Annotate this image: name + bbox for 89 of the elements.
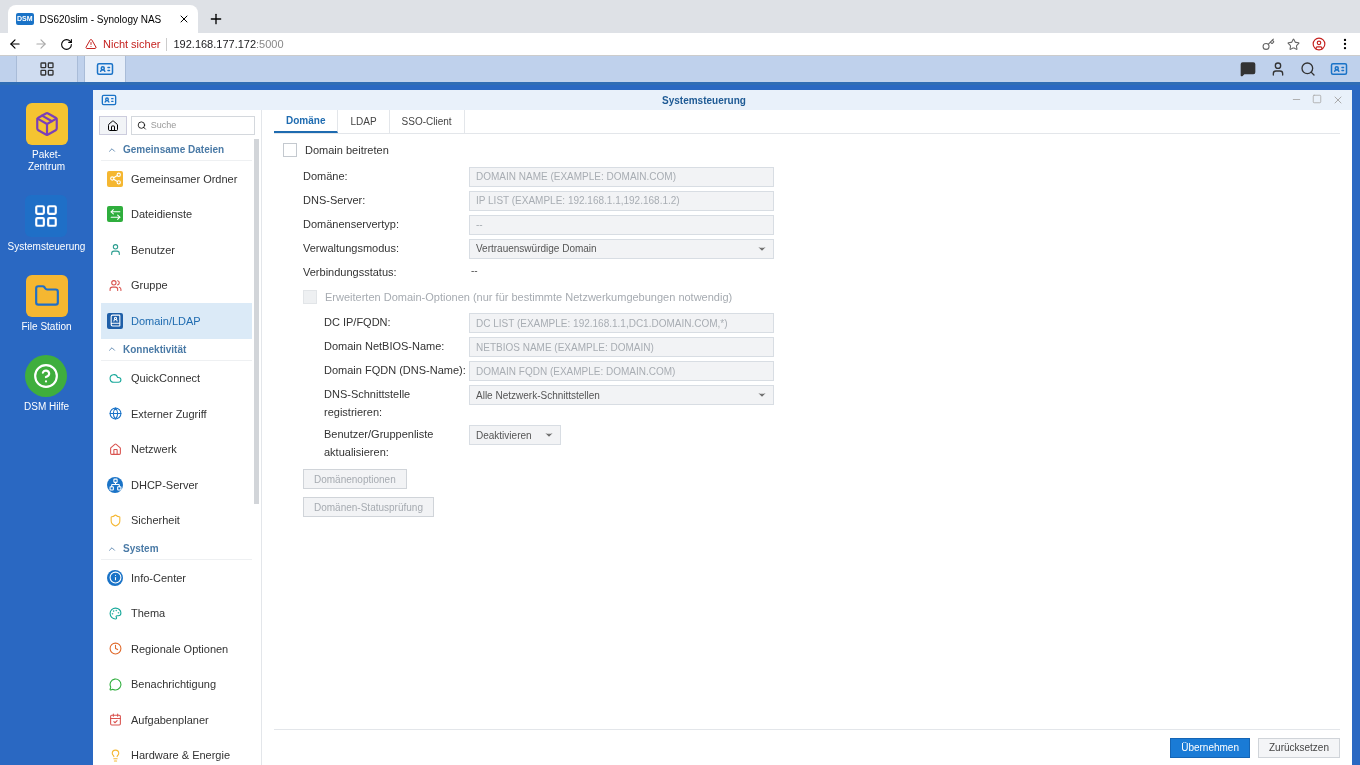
help-icon[interactable] <box>25 355 68 397</box>
reload-icon[interactable] <box>60 37 73 51</box>
caret-icon <box>757 390 767 400</box>
contact-book-icon <box>107 312 123 329</box>
sidebar-item[interactable]: Netzwerk <box>101 431 252 467</box>
app-label: Paket- Zentrum <box>27 149 66 173</box>
field-label: DNS-Schnittstelle registrieren: <box>324 387 412 420</box>
tab[interactable]: Domäne <box>274 110 339 133</box>
tab[interactable]: SSO-Client <box>389 110 465 133</box>
star-icon[interactable] <box>1287 37 1300 51</box>
caret-icon <box>544 430 554 440</box>
sidebar-item[interactable]: Dateidienste <box>101 196 252 232</box>
chevron-up-icon <box>107 344 117 354</box>
chat-icon <box>107 676 123 693</box>
sidebar-item[interactable]: Gruppe <box>101 267 252 303</box>
section-header[interactable]: Gemeinsame Dateien <box>101 139 252 161</box>
search-icon <box>137 120 147 131</box>
sidebar-item[interactable]: Regionale Optionen <box>101 631 252 667</box>
tab[interactable]: LDAP <box>338 110 390 133</box>
sidebar-item[interactable]: Benachrichtigung <box>101 666 252 702</box>
file-transfer-icon <box>107 206 123 223</box>
sidebar-item[interactable]: Sicherheit <box>101 502 252 538</box>
globe-icon <box>107 405 123 422</box>
url-field[interactable]: 192.168.177.172:5000 <box>173 35 284 53</box>
checkbox[interactable] <box>283 143 297 158</box>
sidebar-item[interactable]: Domain/LDAP <box>101 303 252 339</box>
section-header[interactable]: System <box>101 538 252 560</box>
sidebar-item[interactable]: Benutzer <box>101 232 252 268</box>
field-label: Verwaltungsmodus: <box>303 240 400 256</box>
dropdown[interactable]: Vertrauenswürdige Domain <box>469 238 774 259</box>
sidebar-item[interactable]: Info-Center <box>101 560 252 596</box>
checkbox-label: Erweiterten Domain-Optionen (nur für bestimmte Netzwerkumgebungen notwendig) <box>325 289 733 305</box>
section-header[interactable]: Konnektivität <box>101 338 252 361</box>
field-label: Domänenservertyp: <box>303 216 400 232</box>
home-icon <box>107 119 119 132</box>
app-label: DSM Hilfe <box>24 401 69 413</box>
field-label: Domain NetBIOS-Name: <box>324 339 446 354</box>
field-label: Verbindungsstatus: <box>303 264 398 280</box>
sidebar-item[interactable]: QuickConnect <box>101 360 252 396</box>
tab-title: DS620slim - Synology NAS <box>39 12 163 27</box>
folder-share-icon <box>107 170 123 187</box>
checkbox-label: Domain beitreten <box>305 143 389 158</box>
app-icon <box>101 92 117 108</box>
back-icon[interactable] <box>8 37 22 51</box>
network-icon <box>107 476 123 493</box>
field-label: Domain FQDN (DNS-Name): <box>324 363 467 378</box>
calendar-icon <box>107 711 123 728</box>
chat-icon[interactable] <box>1240 61 1256 77</box>
user-icon[interactable] <box>1270 61 1286 77</box>
palette-icon <box>107 605 123 622</box>
search-field[interactable]: Suche <box>131 116 255 135</box>
field-label: DC IP/FQDN: <box>324 315 392 330</box>
search-input[interactable]: Suche <box>150 118 249 133</box>
key-icon[interactable] <box>1262 37 1275 51</box>
package-icon[interactable] <box>25 103 68 145</box>
group-icon <box>107 277 123 294</box>
new-tab-icon[interactable] <box>208 11 224 27</box>
folder-icon[interactable] <box>25 275 68 317</box>
taskbar-app-button[interactable] <box>84 56 126 82</box>
search-icon[interactable] <box>1300 61 1316 77</box>
sidebar-item[interactable]: Hardware & Energie <box>101 737 252 765</box>
status-value: -- <box>470 263 479 278</box>
sidebar-item[interactable]: Aufgabenplaner <box>101 702 252 738</box>
grid-icon[interactable] <box>25 195 68 237</box>
app-label: File Station <box>21 321 72 333</box>
field-label: Domäne: <box>303 168 349 184</box>
scrollbar[interactable] <box>254 139 259 504</box>
app-label: Systemsteuerung <box>7 241 86 253</box>
close-icon[interactable] <box>178 13 190 25</box>
sidebar-item[interactable]: Gemeinsamer Ordner <box>101 161 252 197</box>
window-title: Systemsteuerung <box>661 93 747 108</box>
grid-icon <box>39 61 55 77</box>
field-label: Benutzer/Gruppenliste aktualisieren: <box>324 427 435 460</box>
sidebar-item[interactable]: Thema <box>101 595 252 631</box>
apply-button[interactable]: Übernehmen <box>1170 737 1250 758</box>
sidebar-item[interactable]: DHCP-Server <box>101 467 252 503</box>
clock-icon <box>107 640 123 657</box>
account-icon[interactable] <box>1312 37 1326 51</box>
dropdown[interactable]: Deaktivieren <box>469 425 561 445</box>
warning-icon <box>85 38 97 50</box>
reset-button[interactable]: Zurücksetzen <box>1257 737 1340 758</box>
security-label: Nicht sicher <box>103 36 161 52</box>
sidebar-item[interactable]: Externer Zugriff <box>101 396 252 432</box>
home-button[interactable] <box>99 116 127 135</box>
info-icon <box>107 569 123 586</box>
house-icon <box>107 441 123 458</box>
field-label: DNS-Server: <box>303 192 367 208</box>
main-menu-button[interactable] <box>16 56 78 82</box>
dropdown[interactable]: Alle Netzwerk-Schnittstellen <box>469 385 774 405</box>
